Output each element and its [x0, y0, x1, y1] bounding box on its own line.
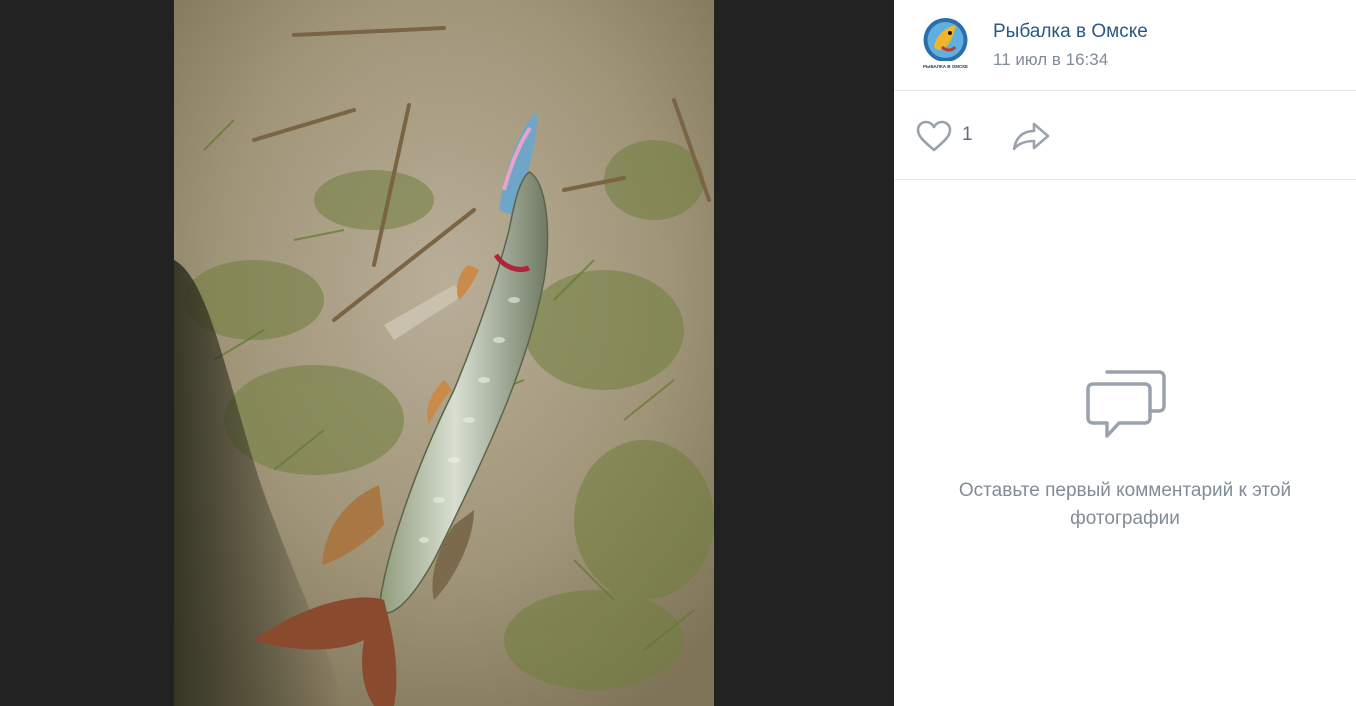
share-button[interactable]	[1012, 120, 1052, 152]
post-actions: 1	[894, 91, 1356, 180]
empty-comments-text: Оставьте первый комментарий к этой фотог…	[958, 480, 1292, 529]
group-name-link[interactable]: Рыбалка в Омске	[993, 21, 1148, 43]
comments-bubble-icon	[1086, 370, 1166, 438]
post-photo[interactable]	[174, 0, 714, 706]
avatar-caption: РЫБАЛКА В ОМСКЕ	[923, 64, 968, 69]
comments-empty-state: Оставьте первый комментарий к этой фотог…	[894, 180, 1356, 706]
group-avatar[interactable]: РЫБАЛКА В ОМСКЕ	[922, 17, 969, 75]
post-date[interactable]: 11 июл в 16:34	[993, 50, 1108, 70]
photo-viewer	[0, 0, 893, 706]
fish-logo-icon: РЫБАЛКА В ОМСКЕ	[923, 18, 968, 70]
like-button[interactable]: 1	[916, 118, 982, 152]
heart-icon	[916, 120, 952, 152]
share-arrow-icon	[1012, 122, 1050, 151]
post-header: РЫБАЛКА В ОМСКЕ Рыбалка в Омске 11 июл в…	[894, 0, 1356, 91]
like-count: 1	[962, 124, 973, 145]
pike-fish-photo	[174, 0, 714, 706]
photo-side-panel: РЫБАЛКА В ОМСКЕ Рыбалка в Омске 11 июл в…	[894, 0, 1356, 706]
